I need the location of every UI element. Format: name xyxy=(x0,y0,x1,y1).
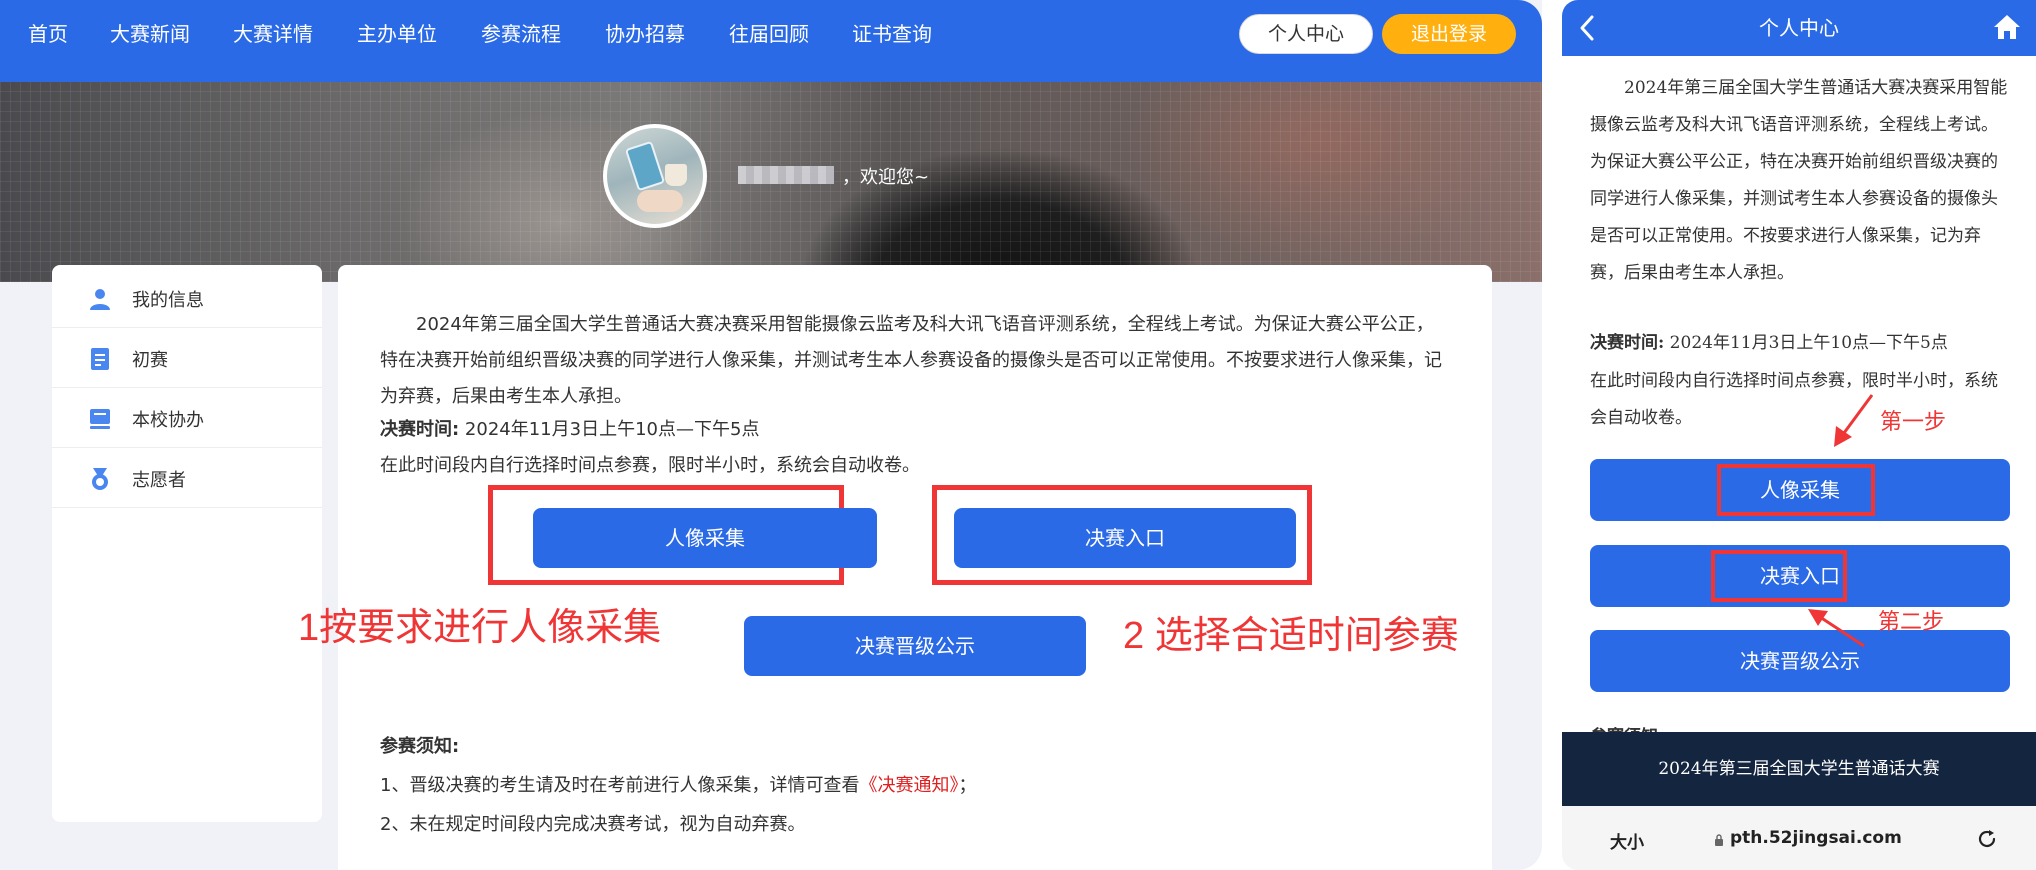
home-icon[interactable] xyxy=(1992,12,2022,42)
final-time-label: 决赛时间: xyxy=(380,419,460,440)
mobile-final-time-label: 决赛时间: xyxy=(1590,333,1665,353)
browser-address-bar: 大小 pth.52jingsai.com xyxy=(1562,806,2036,870)
sidebar-item-volunteer[interactable]: 志愿者 xyxy=(52,448,322,508)
nav-certificate[interactable]: 证书查询 xyxy=(852,0,932,68)
mobile-annotation-step-1: 第一步 xyxy=(1880,409,1947,434)
personal-center-button[interactable]: 个人中心 xyxy=(1239,14,1373,54)
mobile-annotation-box-portrait xyxy=(1717,464,1875,516)
final-time: 决赛时间: 2024年11月3日上午10点—下午5点 xyxy=(380,415,759,441)
avatar-hand-shape xyxy=(637,190,683,212)
annotation-step-1: 1按要求进行人像采集 xyxy=(298,607,662,649)
annotation-step-2: 2 选择合适时间参赛 xyxy=(1123,615,1459,657)
lock-icon xyxy=(1715,834,1723,846)
sidebar-item-label: 初赛 xyxy=(132,350,168,371)
mobile-notice-title-partial: 参赛须知: xyxy=(1590,722,1665,732)
nav-process[interactable]: 参赛流程 xyxy=(481,0,561,68)
logout-button[interactable]: 退出登录 xyxy=(1382,14,1516,54)
reload-icon[interactable] xyxy=(1976,828,1998,850)
notice-item-1-text: 1、晋级决赛的考生请及时在考前进行人像采集，详情可查看 xyxy=(380,775,860,796)
mobile-final-note: 在此时间段内自行选择时间点参赛，限时半小时，系统会自动收卷。 xyxy=(1590,371,1998,428)
mobile-page-title: 个人中心 xyxy=(1759,16,1839,40)
sidebar-item-label: 本校协办 xyxy=(132,410,204,431)
final-time-value: 2024年11月3日上午10点—下午5点 xyxy=(459,419,760,440)
school-icon xyxy=(90,409,110,429)
mobile-final-time-value: 2024年11月3日上午10点—下午5点 xyxy=(1664,333,1948,353)
final-notice-link[interactable]: 《决赛通知》 xyxy=(859,775,958,796)
mobile-final-promotion-button[interactable]: 决赛晋级公示 xyxy=(1590,630,2010,692)
mobile-annotation-box-final xyxy=(1711,550,1847,602)
avatar[interactable] xyxy=(603,124,707,228)
medal-icon xyxy=(92,468,108,490)
mobile-intro-paragraph: 2024年第三届全国大学生普通话大赛决赛采用智能摄像云监考及科大讯飞语音评测系统… xyxy=(1590,78,2008,283)
url-field[interactable]: pth.52jingsai.com xyxy=(1730,828,1902,848)
intro-paragraph: 2024年第三届全国大学生普通话大赛决赛采用智能摄像云监考及科大讯飞语音评测系统… xyxy=(380,314,1442,407)
notice-item-1-end: ； xyxy=(958,775,977,796)
mobile-footer: 2024年第三届全国大学生普通话大赛 xyxy=(1562,732,2036,806)
notice-title: 参赛须知: xyxy=(380,736,460,757)
blurred-username xyxy=(738,166,834,184)
final-note: 在此时间段内自行选择时间点参赛，限时半小时，系统会自动收卷。 xyxy=(380,455,920,476)
sidebar-item-school-co-host[interactable]: 本校协办 xyxy=(52,388,322,448)
portrait-capture-button[interactable]: 人像采集 xyxy=(533,508,877,568)
nav-home[interactable]: 首页 xyxy=(28,0,68,68)
top-navigation-bar: 首页 大赛新闻 大赛详情 主办单位 参赛流程 协办招募 往届回顾 证书查询 个人… xyxy=(0,0,1542,82)
nav-news[interactable]: 大赛新闻 xyxy=(110,0,190,68)
nav-recruit[interactable]: 协办招募 xyxy=(605,0,685,68)
notice-item-2: 2、未在规定时间段内完成决赛考试，视为自动弃赛。 xyxy=(380,814,806,835)
sidebar-item-preliminary[interactable]: 初赛 xyxy=(52,328,322,388)
avatar-tablet-shape xyxy=(624,140,666,192)
text-size-button[interactable]: 大小 xyxy=(1610,828,1644,853)
mobile-annotation-step-2: 第二步 xyxy=(1878,609,1945,634)
nav-details[interactable]: 大赛详情 xyxy=(233,0,313,68)
main-content-card: 2024年第三届全国大学生普通话大赛决赛采用智能摄像云监考及科大讯飞语音评测系统… xyxy=(338,265,1492,870)
sidebar-item-label: 志愿者 xyxy=(132,470,186,491)
user-icon xyxy=(90,289,110,310)
sidebar-item-label: 我的信息 xyxy=(132,290,204,311)
welcome-text: ，欢迎您~ xyxy=(842,167,930,188)
notice-item-1: 1、晋级决赛的考生请及时在考前进行人像采集，详情可查看《决赛通知》； xyxy=(380,771,976,797)
sidebar: 我的信息 初赛 本校协办 志愿者 xyxy=(52,265,322,822)
final-promotion-button[interactable]: 决赛晋级公示 xyxy=(744,616,1086,676)
document-icon xyxy=(91,348,109,370)
mobile-final-time: 决赛时间: 2024年11月3日上午10点—下午5点 xyxy=(1590,328,1948,353)
avatar-cup-shape xyxy=(665,164,687,186)
mobile-header: 个人中心 xyxy=(1562,0,2036,56)
desktop-screenshot: 首页 大赛新闻 大赛详情 主办单位 参赛流程 协办招募 往届回顾 证书查询 个人… xyxy=(0,0,1542,870)
back-icon[interactable] xyxy=(1576,14,1600,42)
mobile-screenshot: 个人中心 2024年第三届全国大学生普通话大赛决赛采用智能摄像云监考及科大讯飞语… xyxy=(1562,0,2036,870)
nav-review[interactable]: 往届回顾 xyxy=(729,0,809,68)
final-entry-button[interactable]: 决赛入口 xyxy=(954,508,1296,568)
sidebar-item-my-info[interactable]: 我的信息 xyxy=(52,268,322,328)
nav-organizers[interactable]: 主办单位 xyxy=(357,0,437,68)
